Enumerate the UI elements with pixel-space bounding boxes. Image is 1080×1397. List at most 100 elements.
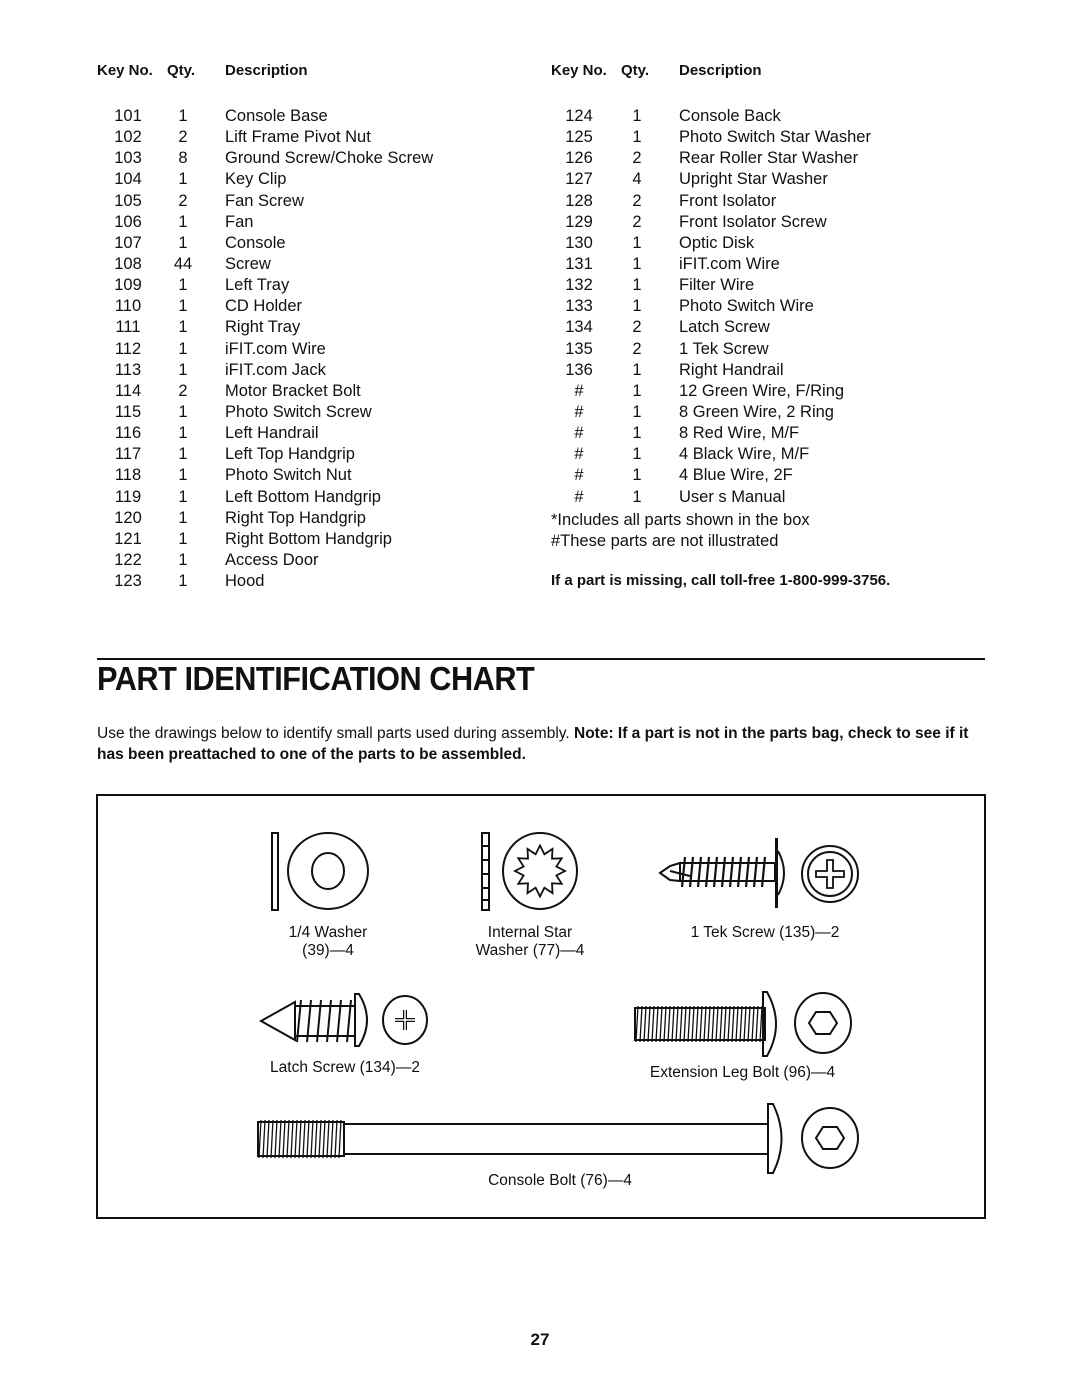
washer-label-line2: (39)—4 — [302, 942, 354, 959]
cell-qty: 2 — [632, 339, 642, 358]
cell-qty: 1 — [178, 360, 188, 379]
cell-qty: 1 — [178, 297, 188, 316]
parts-list-notes: *Includes all parts shown in the box #Th… — [551, 510, 810, 552]
cell-qty: 1 — [178, 508, 188, 527]
leg-bolt-drawing — [634, 991, 852, 1057]
cell-key-no: # — [574, 381, 584, 400]
cell-description: User s Manual — [679, 487, 786, 506]
cell-key-no: 108 — [114, 254, 142, 273]
cell-qty: 8 — [178, 149, 188, 168]
console-bolt-head — [767, 1103, 783, 1174]
header-key-no: Key No. — [97, 62, 153, 79]
note-not-illustrated: #These parts are not illustrated — [551, 532, 779, 551]
cell-qty: 1 — [178, 487, 188, 506]
hex-socket-icon — [807, 1011, 839, 1035]
cell-qty: 1 — [632, 424, 642, 443]
cell-description: Front Isolator Screw — [679, 212, 827, 231]
tek-screw-drawing — [658, 838, 859, 908]
cell-description: 1 Tek Screw — [679, 339, 769, 358]
console-bolt-threads — [258, 1119, 342, 1159]
cell-key-no: 134 — [565, 318, 593, 337]
cell-key-no: 120 — [114, 508, 142, 527]
cell-qty: 1 — [632, 381, 642, 400]
cell-qty: 1 — [178, 212, 188, 231]
cell-qty: 2 — [632, 212, 642, 231]
cell-description: Access Door — [225, 550, 319, 569]
cell-description: Rear Roller Star Washer — [679, 149, 859, 168]
washer-side-view — [271, 832, 279, 911]
tek-screw-head-top — [801, 845, 859, 903]
cell-qty: 1 — [178, 339, 188, 358]
cell-key-no: 129 — [565, 212, 593, 231]
cell-key-no: 123 — [114, 572, 142, 591]
cell-key-no: 104 — [114, 170, 142, 189]
cell-qty: 1 — [178, 318, 188, 337]
cell-description: Fan — [225, 212, 254, 231]
phillips-icon — [815, 859, 845, 889]
intro-text: Use the drawings below to identify small… — [97, 723, 997, 765]
cell-description: Latch Screw — [679, 318, 770, 337]
latch-screw-head — [354, 993, 368, 1047]
leg-bolt-label: Extension Leg Bolt (96)—4 — [649, 1064, 836, 1081]
cell-description: CD Holder — [225, 297, 303, 316]
star-washer-label-line1: Internal Star — [487, 924, 573, 941]
cell-key-no: 101 — [114, 107, 142, 125]
header-key-no: Key No. — [551, 62, 607, 79]
cell-key-no: 132 — [565, 276, 593, 295]
cell-description: Lift Frame Pivot Nut — [225, 128, 371, 147]
cell-qty: 1 — [178, 572, 188, 591]
console-bolt-shank — [344, 1123, 768, 1155]
parts-list-right: Key No. Qty. Description 124 1 Console Bac… — [551, 62, 981, 506]
cell-description: iFIT.com Wire — [225, 339, 326, 358]
cell-key-no: 127 — [565, 170, 593, 189]
cell-description: Console Base — [225, 107, 328, 125]
cell-description: Hood — [225, 572, 265, 591]
cell-key-no: 136 — [565, 360, 593, 379]
cell-key-no: 135 — [565, 339, 593, 358]
cell-description: Photo Switch Star Washer — [679, 128, 871, 147]
cell-key-no: # — [574, 402, 584, 421]
star-washer-label-line2: Washer (77)—4 — [475, 942, 585, 959]
cell-qty: 2 — [632, 149, 642, 168]
cell-description: Photo Switch Nut — [225, 466, 352, 485]
star-washer-side-view — [481, 832, 490, 911]
cell-qty: 1 — [632, 276, 642, 295]
cell-key-no: 117 — [114, 445, 142, 464]
missing-part-notice: If a part is missing, call toll-free 1-8… — [551, 572, 891, 589]
cell-key-no: 110 — [114, 297, 142, 316]
cell-description: Left Tray — [225, 276, 290, 295]
console-bolt-drawing — [257, 1103, 859, 1174]
cell-description: 4 Black Wire, M/F — [679, 445, 810, 464]
washer-drawing — [271, 832, 369, 911]
cell-description: Front Isolator — [679, 191, 777, 210]
parts-list-left: Key No. Qty. Description 101 1 Console Bas… — [97, 62, 527, 590]
cell-key-no: 105 — [114, 191, 142, 210]
cell-key-no: # — [574, 466, 584, 485]
cell-qty: 1 — [632, 107, 642, 125]
cell-description: Right Handrail — [679, 360, 784, 379]
header-qty: Qty. — [621, 62, 650, 79]
cell-key-no: 116 — [114, 424, 142, 443]
cell-description: Right Bottom Handgrip — [225, 529, 392, 548]
cell-qty: 1 — [632, 297, 642, 316]
cell-key-no: 118 — [114, 466, 142, 485]
cell-qty: 1 — [632, 254, 642, 273]
header-description: Description — [679, 62, 762, 79]
hex-socket-icon — [814, 1126, 846, 1150]
cell-key-no: 114 — [114, 381, 142, 400]
cell-description: Screw — [225, 254, 271, 273]
cell-qty: 4 — [632, 170, 642, 189]
cell-key-no: 119 — [114, 487, 142, 506]
cell-key-no: 113 — [114, 360, 142, 379]
cell-description: Left Bottom Handgrip — [225, 487, 381, 506]
cell-key-no: 115 — [114, 402, 142, 421]
console-bolt-head-top — [801, 1107, 859, 1169]
tek-screw-label: 1 Tek Screw (135)—2 — [690, 924, 840, 941]
cell-key-no: 131 — [565, 254, 593, 273]
cell-qty: 1 — [178, 402, 188, 421]
cell-description: 8 Red Wire, M/F — [679, 424, 800, 443]
cell-description: Console — [225, 233, 286, 252]
parts-list-header: Key No. Qty. Description — [551, 62, 981, 82]
cell-description: iFIT.com Wire — [679, 254, 780, 273]
cell-key-no: 112 — [114, 339, 142, 358]
